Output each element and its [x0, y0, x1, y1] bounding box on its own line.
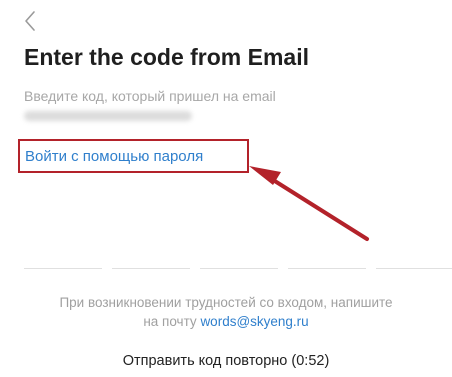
chevron-left-icon [25, 11, 35, 31]
code-digit-slot-2[interactable] [112, 251, 190, 269]
page-subtitle: Введите код, который пришел на email [24, 88, 276, 104]
code-digit-slot-5[interactable] [376, 251, 452, 269]
support-email-link[interactable]: words@skyeng.ru [200, 314, 308, 329]
login-with-password-label: Войти с помощью пароля [25, 147, 204, 165]
help-text-line-2: на почту words@skyeng.ru [0, 312, 452, 331]
code-digit-slot-3[interactable] [200, 251, 278, 269]
code-digit-slot-1[interactable] [24, 251, 102, 269]
code-digit-slot-4[interactable] [288, 251, 366, 269]
code-input[interactable] [24, 251, 452, 269]
resend-code-button[interactable]: Отправить код повторно (0:52) [0, 353, 452, 369]
page-title: Enter the code from Email [24, 44, 310, 70]
help-text-line-1: При возникновении трудностей со входом, … [59, 295, 393, 310]
help-text: При возникновении трудностей со входом, … [0, 293, 452, 331]
blurred-email-address [24, 111, 192, 121]
login-with-password-link[interactable]: Войти с помощью пароля [18, 139, 249, 173]
help-text-prefix: на почту [143, 314, 197, 329]
back-button[interactable] [22, 8, 42, 34]
